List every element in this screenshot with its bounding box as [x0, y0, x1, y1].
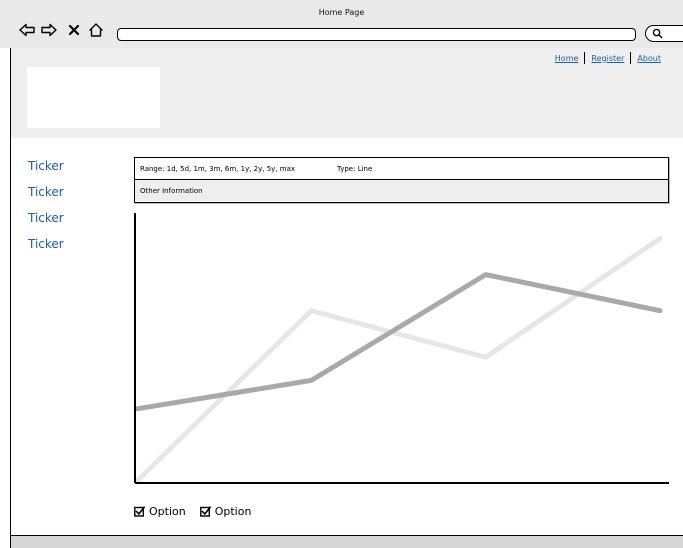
- status-bar: [11, 535, 683, 548]
- ticker-link[interactable]: Ticker: [28, 158, 64, 184]
- top-nav: Home Register About: [549, 52, 667, 64]
- nav-link-home[interactable]: Home: [549, 54, 585, 63]
- browser-toolbar: Home Page: [0, 0, 683, 48]
- range-selector[interactable]: Range: 1d, 5d, 1m, 3m, 6m, 1y, 2y, 5y, m…: [140, 165, 295, 173]
- options-row: Option Option: [134, 505, 265, 518]
- logo-placeholder: [27, 67, 160, 128]
- chart-series-line-1: [134, 236, 663, 484]
- window-title: Home Page: [318, 8, 365, 17]
- option-checkbox-2[interactable]: Option: [199, 505, 252, 518]
- option-label: Option: [149, 505, 186, 518]
- option-label: Option: [214, 505, 252, 518]
- search-icon: [652, 28, 663, 39]
- nav-link-about[interactable]: About: [631, 54, 667, 63]
- type-selector[interactable]: Type: Line: [337, 165, 372, 173]
- url-bar[interactable]: [117, 28, 636, 41]
- other-information-text: Other Information: [140, 186, 203, 195]
- ticker-list: Ticker Ticker Ticker Ticker: [28, 158, 64, 262]
- forward-arrow-icon[interactable]: [41, 22, 57, 38]
- checkbox-checked-icon: [134, 506, 145, 517]
- other-information-row: Other Information: [135, 180, 668, 201]
- nav-link-register[interactable]: Register: [585, 54, 630, 63]
- chart-settings-row: Range: 1d, 5d, 1m, 3m, 6m, 1y, 2y, 5y, m…: [135, 158, 668, 180]
- line-chart: [134, 213, 669, 484]
- home-icon[interactable]: [88, 22, 104, 38]
- chart-series-line-2: [134, 272, 663, 412]
- ticker-link[interactable]: Ticker: [28, 236, 64, 262]
- back-arrow-icon[interactable]: [19, 22, 35, 38]
- ticker-link[interactable]: Ticker: [28, 210, 64, 236]
- option-checkbox-1[interactable]: Option: [134, 505, 186, 518]
- search-box[interactable]: [645, 25, 683, 42]
- checkbox-checked-icon: [199, 506, 211, 517]
- ticker-link[interactable]: Ticker: [28, 184, 64, 210]
- chart-info-panel: Range: 1d, 5d, 1m, 3m, 6m, 1y, 2y, 5y, m…: [134, 157, 669, 203]
- close-icon[interactable]: [66, 22, 82, 38]
